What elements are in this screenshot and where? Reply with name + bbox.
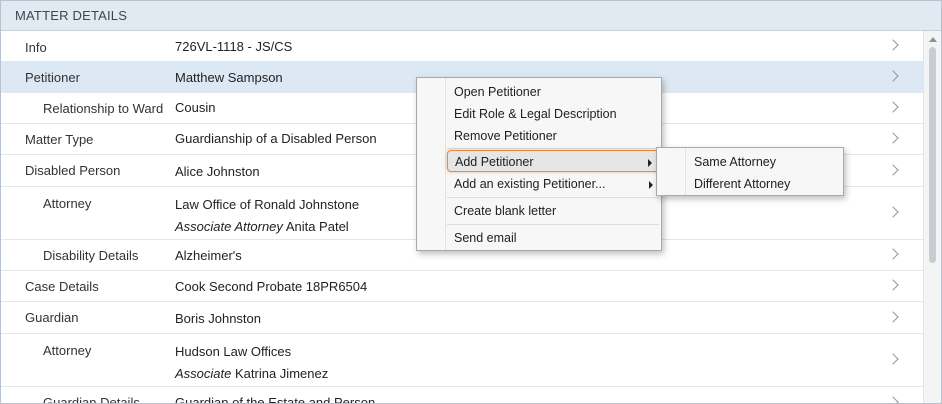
menu-icon-gutter — [445, 78, 446, 250]
panel-title: MATTER DETAILS — [1, 1, 941, 31]
row-label: Attorney — [43, 343, 92, 358]
row-value: Matthew Sampson — [175, 70, 283, 85]
chevron-right-icon[interactable] — [887, 163, 899, 176]
menu-item-remove-petitioner[interactable]: Remove Petitioner — [447, 125, 659, 147]
submenu-arrow-icon — [649, 181, 653, 189]
row-value: Law Office of Ronald Johnstone Associate… — [175, 194, 359, 238]
row-label: Disability Details — [43, 248, 139, 263]
row-value: Cook Second Probate 18PR6504 — [175, 279, 368, 294]
attorney-firm: Law Office of Ronald Johnstone — [175, 197, 360, 212]
petitioner-context-menu: Open Petitioner Edit Role & Legal Descri… — [416, 77, 662, 251]
row-value: Alice Johnston — [175, 164, 260, 179]
row-value: Hudson Law Offices Associate Katrina Jim… — [175, 341, 328, 385]
associate-name: Katrina Jimenez — [235, 366, 329, 381]
menu-item-add-existing-petitioner[interactable]: Add an existing Petitioner... — [447, 173, 659, 195]
row-label: Relationship to Ward — [43, 101, 164, 116]
menu-item-label: Add an existing Petitioner... — [454, 177, 606, 191]
chevron-right-icon[interactable] — [887, 248, 899, 260]
row-guardian-details[interactable]: Guardian Details Guardian of the Estate … — [1, 387, 923, 404]
submenu-item-same-attorney[interactable]: Same Attorney — [687, 151, 841, 173]
menu-separator — [447, 197, 659, 198]
submenu-item-different-attorney[interactable]: Different Attorney — [687, 173, 841, 195]
chevron-right-icon[interactable] — [887, 132, 899, 144]
scroll-thumb[interactable] — [929, 47, 936, 263]
chevron-right-icon[interactable] — [887, 279, 899, 291]
menu-item-send-email[interactable]: Send email — [447, 227, 659, 249]
row-value: 726VL-1118 - JS/CS — [175, 39, 293, 54]
row-label: Attorney — [43, 196, 92, 211]
attorney-firm: Hudson Law Offices — [175, 344, 292, 359]
associate-role: Associate — [175, 366, 232, 381]
row-label: Case Details — [25, 279, 99, 294]
menu-item-add-petitioner[interactable]: Add Petitioner — [447, 150, 659, 172]
chevron-right-icon[interactable] — [887, 353, 899, 365]
chevron-right-icon[interactable] — [887, 206, 899, 218]
row-attorney[interactable]: Attorney Hudson Law Offices Associate Ka… — [1, 334, 923, 387]
row-value: Guardian of the Estate and Person — [175, 395, 376, 404]
row-info[interactable]: Info 726VL-1118 - JS/CS — [1, 31, 923, 62]
row-label: Petitioner — [25, 70, 80, 85]
menu-separator — [447, 148, 659, 149]
menu-item-edit-role[interactable]: Edit Role & Legal Description — [447, 103, 659, 125]
menu-separator — [447, 224, 659, 225]
row-label: Guardian — [25, 310, 79, 325]
scroll-up-arrow-icon[interactable] — [929, 37, 937, 42]
row-label: Matter Type — [25, 132, 94, 147]
submenu-arrow-icon — [648, 159, 652, 167]
menu-item-open-petitioner[interactable]: Open Petitioner — [447, 81, 659, 103]
menu-icon-gutter — [685, 148, 686, 195]
row-label: Disabled Person — [25, 163, 121, 178]
attorney-associate: Associate Attorney Anita Patel — [175, 216, 359, 238]
row-value: Alzheimer's — [175, 248, 242, 263]
row-label: Guardian Details — [43, 395, 140, 404]
menu-item-label: Add Petitioner — [455, 155, 534, 169]
row-value: Boris Johnston — [175, 311, 261, 326]
associate-name: Anita Patel — [285, 219, 349, 234]
chevron-right-icon[interactable] — [887, 101, 899, 113]
row-label: Info — [25, 40, 47, 55]
chevron-right-icon[interactable] — [887, 39, 899, 51]
row-case-details[interactable]: Case Details Cook Second Probate 18PR650… — [1, 271, 923, 302]
chevron-right-icon[interactable] — [887, 70, 899, 82]
chevron-right-icon[interactable] — [887, 310, 899, 323]
menu-item-create-blank-letter[interactable]: Create blank letter — [447, 200, 659, 222]
associate-role: Associate Attorney — [175, 219, 283, 234]
attorney-associate: Associate Katrina Jimenez — [175, 363, 328, 385]
vertical-scrollbar[interactable] — [923, 31, 941, 403]
chevron-right-icon[interactable] — [887, 395, 899, 403]
add-petitioner-submenu: Same Attorney Different Attorney — [656, 147, 844, 196]
row-guardian[interactable]: Guardian Boris Johnston — [1, 302, 923, 334]
row-value: Cousin — [175, 100, 216, 115]
row-value: Guardianship of a Disabled Person — [175, 131, 377, 146]
